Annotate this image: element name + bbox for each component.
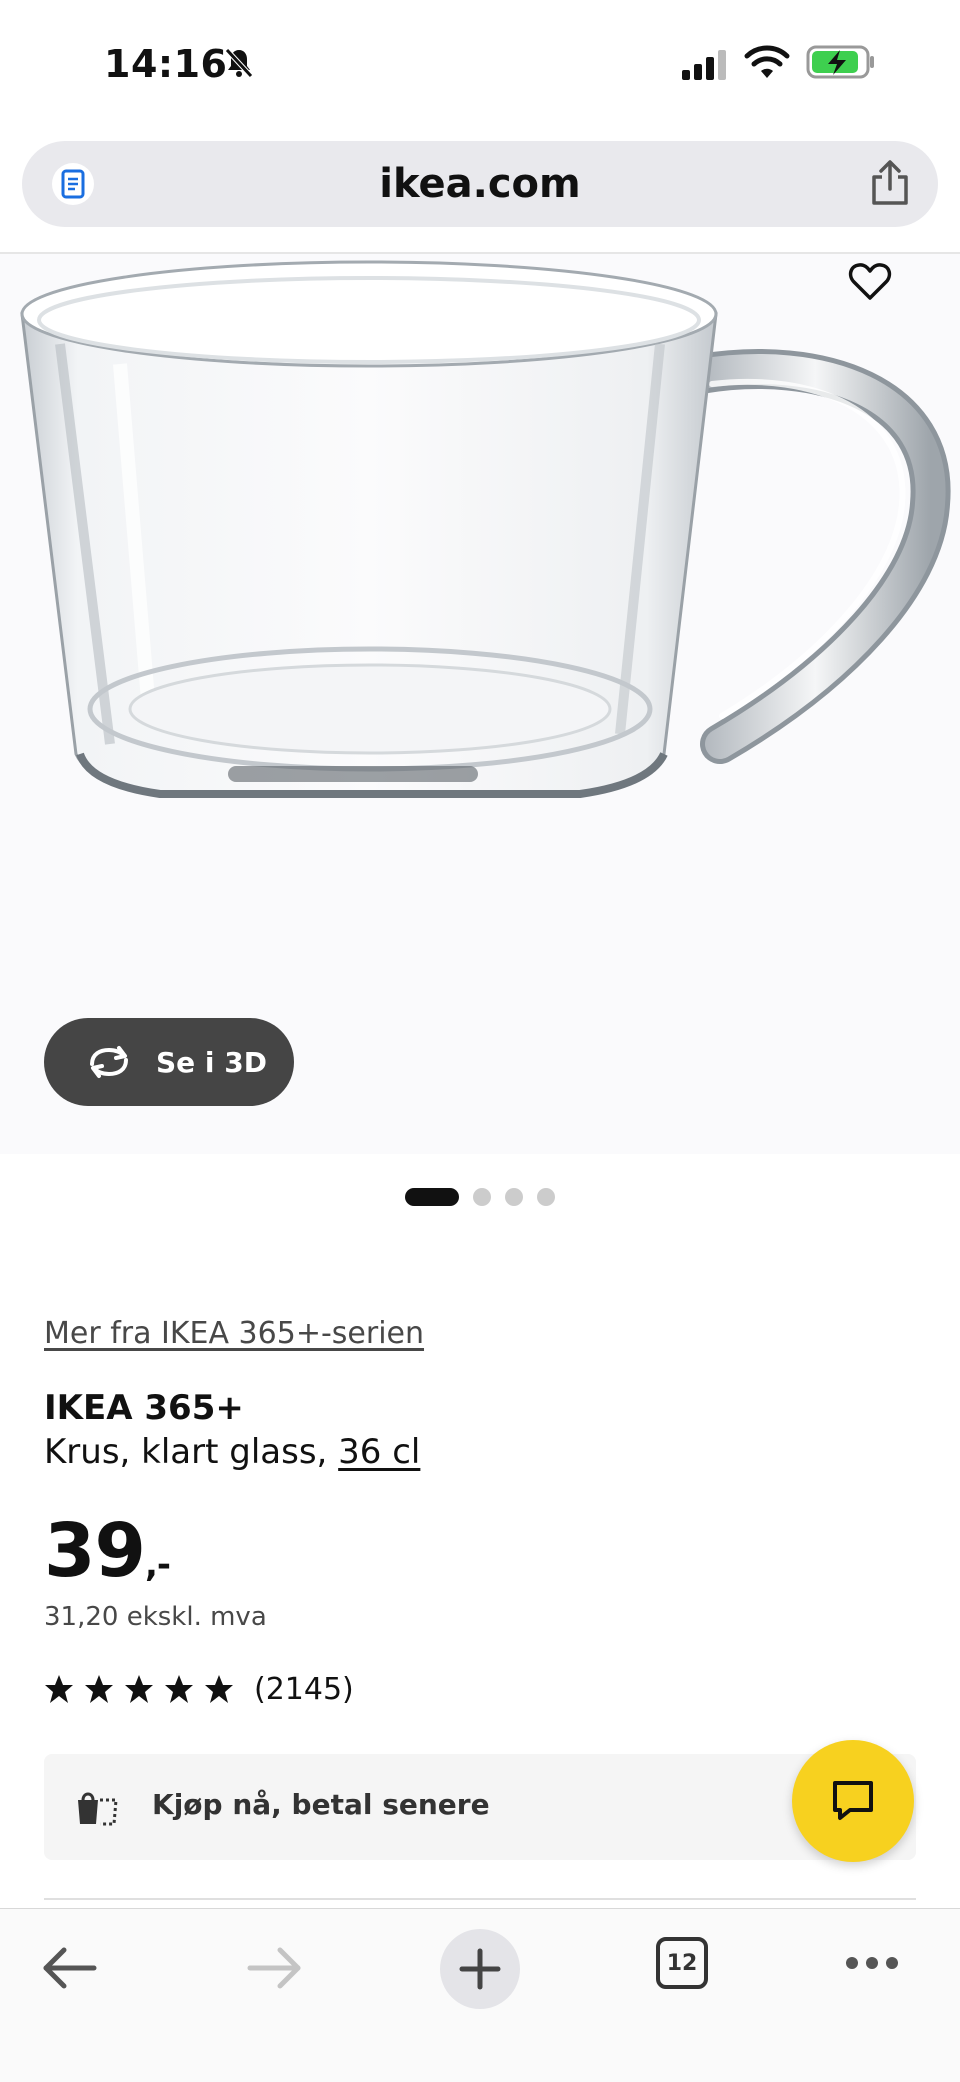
product-description: Krus, klart glass, 36 cl <box>44 1432 420 1472</box>
wifi-icon <box>744 45 790 78</box>
price-suffix: ,- <box>144 1545 171 1585</box>
divider <box>44 1898 916 1900</box>
view-3d-label: Se i 3D <box>156 1045 267 1079</box>
battery-charging-icon <box>806 45 874 79</box>
back-arrow-icon[interactable] <box>40 1943 100 1993</box>
star-icon <box>165 1675 193 1703</box>
forward-arrow-icon[interactable] <box>244 1943 304 1993</box>
new-tab-button[interactable] <box>440 1929 520 2009</box>
rating-stars[interactable] <box>44 1674 234 1704</box>
buy-now-pay-later-banner[interactable]: Kjøp nå, betal senere <box>44 1754 916 1860</box>
chat-button[interactable] <box>792 1740 914 1862</box>
rotate-3d-icon <box>90 1046 128 1078</box>
bnpl-label: Kjøp nå, betal senere <box>152 1788 490 1821</box>
price-excl-vat: 31,20 ekskl. mva <box>44 1602 267 1632</box>
browser-toolbar: 12 <box>0 1908 960 2082</box>
shopping-bag-icon <box>78 1792 118 1826</box>
review-count[interactable]: (2145) <box>254 1672 354 1707</box>
price: 39,- <box>44 1508 171 1594</box>
star-icon <box>205 1675 233 1703</box>
pagination-dot[interactable] <box>473 1188 491 1206</box>
price-value: 39 <box>44 1508 146 1594</box>
status-time: 14:16 <box>104 42 228 86</box>
bell-muted-icon <box>225 48 253 78</box>
pagination-dot[interactable] <box>537 1188 555 1206</box>
view-3d-button[interactable]: Se i 3D <box>44 1018 294 1106</box>
series-link[interactable]: Mer fra IKEA 365+-serien <box>44 1316 424 1351</box>
product-description-text: Krus, klart glass, <box>44 1432 339 1472</box>
chat-bubble-icon <box>833 1781 873 1820</box>
pagination-dot-active[interactable] <box>405 1188 459 1206</box>
star-icon <box>85 1675 113 1703</box>
size-link[interactable]: 36 cl <box>338 1432 420 1472</box>
plus-icon <box>459 1948 501 1990</box>
address-bar[interactable]: ikea.com <box>22 141 938 227</box>
share-icon[interactable] <box>868 159 912 207</box>
favorite-heart-icon[interactable] <box>848 262 892 302</box>
more-options-icon[interactable] <box>844 1953 900 1973</box>
url-text[interactable]: ikea.com <box>22 161 938 207</box>
star-icon <box>125 1675 153 1703</box>
tabs-count-button[interactable]: 12 <box>656 1937 708 1989</box>
pagination-dot[interactable] <box>505 1188 523 1206</box>
image-pagination[interactable] <box>0 1186 960 1208</box>
product-name: IKEA 365+ <box>44 1388 244 1428</box>
cellular-signal-icon <box>682 50 726 80</box>
star-icon <box>45 1675 73 1703</box>
